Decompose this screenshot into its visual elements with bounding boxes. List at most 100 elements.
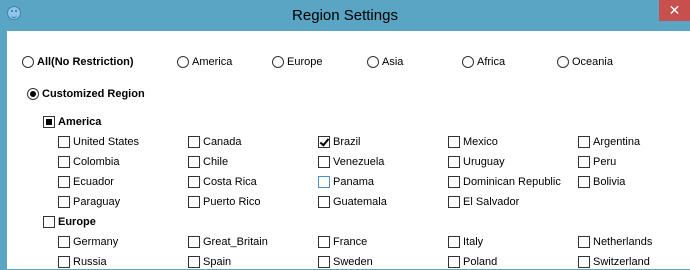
- country-spain[interactable]: Spain: [188, 254, 231, 270]
- radio-customized-region[interactable]: Customized Region: [27, 86, 145, 102]
- country-venezuela[interactable]: Venezuela: [318, 154, 384, 170]
- radio-asia[interactable]: Asia: [367, 54, 403, 70]
- country-el-salvador-cb[interactable]: [448, 196, 460, 208]
- country-poland-label: Poland: [463, 256, 498, 268]
- group-europe-label: Europe: [58, 216, 96, 228]
- country-panama-label: Panama: [333, 176, 374, 188]
- country-brazil-cb[interactable]: [318, 136, 330, 148]
- country-russia[interactable]: Russia: [58, 254, 107, 270]
- country-ecuador-label: Ecuador: [73, 176, 114, 188]
- country-uruguay-cb[interactable]: [448, 156, 460, 168]
- country-chile-cb[interactable]: [188, 156, 200, 168]
- country-peru[interactable]: Peru: [578, 154, 616, 170]
- country-canada[interactable]: Canada: [188, 134, 242, 150]
- country-guatemala-cb[interactable]: [318, 196, 330, 208]
- country-spain-cb[interactable]: [188, 256, 200, 268]
- radio-customized-region-radio[interactable]: [27, 88, 39, 100]
- country-switzerland-cb[interactable]: [578, 256, 590, 268]
- country-peru-cb[interactable]: [578, 156, 590, 168]
- radio-all-no-restriction[interactable]: All(No Restriction): [22, 54, 134, 70]
- country-dominican-republic[interactable]: Dominican Republic: [448, 174, 561, 190]
- country-brazil[interactable]: Brazil: [318, 134, 361, 150]
- group-america-cb[interactable]: [43, 116, 55, 128]
- radio-all-no-restriction-radio[interactable]: [22, 56, 34, 68]
- country-panama-cb[interactable]: [318, 176, 330, 188]
- radio-oceania-radio[interactable]: [557, 56, 569, 68]
- country-united-states-label: United States: [73, 136, 140, 148]
- country-costa-rica[interactable]: Costa Rica: [188, 174, 257, 190]
- country-france-cb[interactable]: [318, 236, 330, 248]
- country-germany[interactable]: Germany: [58, 234, 118, 250]
- country-ecuador-cb[interactable]: [58, 176, 70, 188]
- group-europe[interactable]: Europe: [43, 214, 96, 230]
- group-america-label: America: [58, 116, 102, 128]
- country-colombia-cb[interactable]: [58, 156, 70, 168]
- country-brazil-label: Brazil: [333, 136, 361, 148]
- country-switzerland[interactable]: Switzerland: [578, 254, 650, 270]
- country-argentina-cb[interactable]: [578, 136, 590, 148]
- country-united-states[interactable]: United States: [58, 134, 139, 150]
- country-ecuador[interactable]: Ecuador: [58, 174, 114, 190]
- country-russia-cb[interactable]: [58, 256, 70, 268]
- country-argentina-label: Argentina: [593, 136, 641, 148]
- country-el-salvador-label: El Salvador: [463, 196, 520, 208]
- country-germany-cb[interactable]: [58, 236, 70, 248]
- country-paraguay[interactable]: Paraguay: [58, 194, 120, 210]
- country-paraguay-cb[interactable]: [58, 196, 70, 208]
- country-colombia-label: Colombia: [73, 156, 120, 168]
- country-argentina[interactable]: Argentina: [578, 134, 640, 150]
- radio-africa[interactable]: Africa: [462, 54, 505, 70]
- country-poland[interactable]: Poland: [448, 254, 497, 270]
- country-chile-label: Chile: [203, 156, 229, 168]
- country-bolivia[interactable]: Bolivia: [578, 174, 625, 190]
- country-chile[interactable]: Chile: [188, 154, 228, 170]
- country-italy-cb[interactable]: [448, 236, 460, 248]
- country-panama[interactable]: Panama: [318, 174, 374, 190]
- country-sweden[interactable]: Sweden: [318, 254, 373, 270]
- country-uruguay[interactable]: Uruguay: [448, 154, 505, 170]
- radio-oceania[interactable]: Oceania: [557, 54, 613, 70]
- radio-america-radio[interactable]: [177, 56, 189, 68]
- country-sweden-cb[interactable]: [318, 256, 330, 268]
- country-united-states-cb[interactable]: [58, 136, 70, 148]
- country-colombia[interactable]: Colombia: [58, 154, 119, 170]
- country-puerto-rico-cb[interactable]: [188, 196, 200, 208]
- country-germany-label: Germany: [73, 236, 119, 248]
- radio-europe[interactable]: Europe: [272, 54, 322, 70]
- country-netherlands[interactable]: Netherlands: [578, 234, 652, 250]
- country-el-salvador[interactable]: El Salvador: [448, 194, 519, 210]
- country-france-label: France: [333, 236, 368, 248]
- country-guatemala[interactable]: Guatemala: [318, 194, 387, 210]
- country-mexico[interactable]: Mexico: [448, 134, 498, 150]
- country-puerto-rico[interactable]: Puerto Rico: [188, 194, 260, 210]
- country-great-britain-label: Great_Britain: [203, 236, 268, 248]
- radio-asia-radio[interactable]: [367, 56, 379, 68]
- group-america[interactable]: America: [43, 114, 101, 130]
- dialog-content: All(No Restriction) America Europe Asia Afri…: [7, 31, 690, 269]
- radio-all-no-restriction-label: All(No Restriction): [37, 56, 134, 68]
- country-bolivia-cb[interactable]: [578, 176, 590, 188]
- country-venezuela-cb[interactable]: [318, 156, 330, 168]
- country-great-britain[interactable]: Great_Britain: [188, 234, 268, 250]
- country-mexico-cb[interactable]: [448, 136, 460, 148]
- country-great-britain-cb[interactable]: [188, 236, 200, 248]
- country-canada-cb[interactable]: [188, 136, 200, 148]
- radio-africa-radio[interactable]: [462, 56, 474, 68]
- group-europe-cb[interactable]: [43, 216, 55, 228]
- close-button[interactable]: ✕: [659, 0, 690, 21]
- country-paraguay-label: Paraguay: [73, 196, 121, 208]
- country-dominican-republic-cb[interactable]: [448, 176, 460, 188]
- country-spain-label: Spain: [203, 256, 232, 268]
- country-costa-rica-cb[interactable]: [188, 176, 200, 188]
- country-netherlands-cb[interactable]: [578, 236, 590, 248]
- country-guatemala-label: Guatemala: [333, 196, 387, 208]
- country-italy[interactable]: Italy: [448, 234, 483, 250]
- radio-europe-radio[interactable]: [272, 56, 284, 68]
- country-poland-cb[interactable]: [448, 256, 460, 268]
- radio-africa-label: Africa: [477, 56, 506, 68]
- country-bolivia-label: Bolivia: [593, 176, 626, 188]
- radio-america[interactable]: America: [177, 54, 232, 70]
- radio-america-label: America: [192, 56, 233, 68]
- radio-asia-label: Asia: [382, 56, 404, 68]
- country-france[interactable]: France: [318, 234, 367, 250]
